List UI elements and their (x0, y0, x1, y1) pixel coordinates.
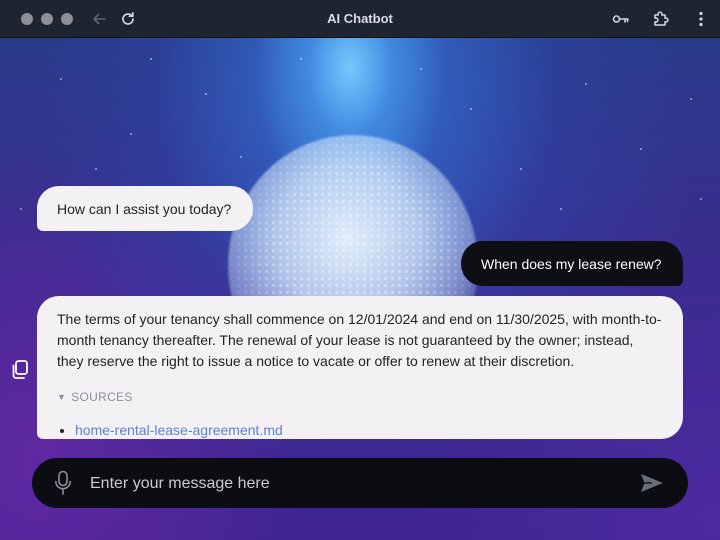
source-link[interactable]: home-rental-lease-agreement.md (75, 422, 283, 438)
microphone-icon[interactable] (51, 470, 75, 496)
message-input[interactable] (88, 468, 622, 500)
close-window-button[interactable] (21, 13, 33, 25)
triangle-down-icon: ▼ (57, 392, 67, 402)
message-composer (32, 458, 688, 508)
more-vertical-icon[interactable] (691, 9, 711, 29)
back-arrow-icon[interactable] (89, 9, 109, 29)
message-text: How can I assist you today? (57, 201, 232, 217)
sources-list: home-rental-lease-agreement.md (57, 420, 663, 440)
maximize-window-button[interactable] (61, 13, 73, 25)
send-icon[interactable] (638, 470, 666, 496)
key-icon[interactable] (611, 9, 631, 29)
reload-icon[interactable] (118, 9, 138, 29)
sources-toggle[interactable]: ▼ SOURCES (57, 387, 663, 407)
assistant-message: The terms of your tenancy shall commence… (37, 296, 683, 439)
list-item: home-rental-lease-agreement.md (75, 420, 663, 440)
sources-label: SOURCES (71, 390, 133, 404)
copy-icon[interactable] (9, 359, 31, 381)
minimize-window-button[interactable] (41, 13, 53, 25)
title-bar: AI Chatbot (0, 0, 720, 38)
user-message: When does my lease renew? (461, 241, 683, 286)
message-text: When does my lease renew? (481, 256, 662, 272)
assistant-message: How can I assist you today? (37, 186, 253, 231)
chatbot-window: AI Chatbot How can I assist you today? W… (0, 0, 720, 540)
extension-icon[interactable] (651, 9, 671, 29)
message-text: The terms of your tenancy shall commence… (57, 311, 662, 369)
